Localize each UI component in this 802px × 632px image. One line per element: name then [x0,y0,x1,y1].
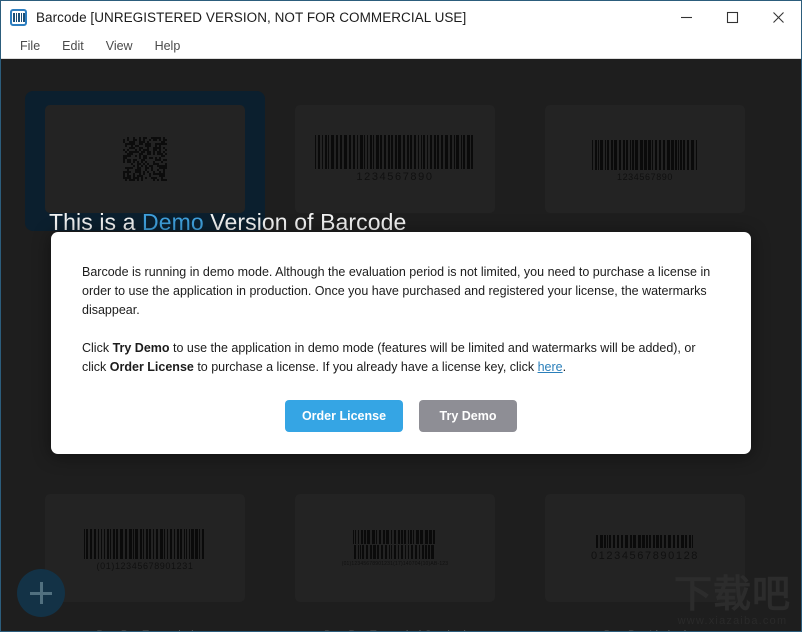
menu-bar: File Edit View Help [1,33,801,59]
watermark-text: 下载吧 [674,575,791,613]
barcode-value: 1234567890 [617,172,673,182]
barcode-thumbnail: (01)12345678901231(17)140704(10)AB-123 [295,494,495,602]
barcode-bars-icon [84,525,206,559]
window-controls [663,1,801,33]
add-barcode-button[interactable] [17,569,65,617]
window-title: Barcode [UNREGISTERED VERSION, NOT FOR C… [36,10,466,25]
try-demo-button[interactable]: Try Demo [419,400,517,432]
barcode-thumbnail: (01)12345678901231 [45,494,245,602]
dialog-p2-text-end: . [563,360,566,374]
dialog-paragraph-2: Click Try Demo to use the application in… [82,339,719,377]
license-key-link[interactable]: here [538,360,563,374]
demo-mode-dialog: Barcode is running in demo mode. Althoug… [51,232,751,454]
minimize-button[interactable] [663,1,709,33]
barcode-app-icon [10,9,27,26]
barcode-value: 1234567890 [356,171,433,183]
barcode-thumbnail [45,105,245,213]
site-watermark: 下载吧 www.xiazaiba.com [674,575,791,627]
barcode-bars-icon [315,135,475,169]
dialog-p2-bold-order-license: Order License [110,360,194,374]
barcode-thumbnail: 1234567890 [545,105,745,213]
title-bar: Barcode [UNREGISTERED VERSION, NOT FOR C… [1,1,801,33]
barcode-card-label: DataBar Expanded Stacked [324,630,466,631]
watermark-url: www.xiazaiba.com [674,615,791,627]
dialog-p2-text-d: to purchase a license. If you already ha… [194,360,538,374]
barcode-bars-icon [596,535,694,548]
dialog-p2-text-a: Click [82,341,113,355]
barcode-card-databar-expanded-stacked[interactable]: (01)12345678901231(17)140704(10)AB-123 D… [275,480,515,631]
barcode-bars-icon [353,530,437,559]
barcode-thumbnail: 1234567890 [295,105,495,213]
barcode-card-code-128[interactable]: 1234567890 Code-128 [525,91,765,253]
barcode-value: (01)12345678901231(17)140704(10)AB-123 [342,561,449,567]
menu-item-view[interactable]: View [95,36,144,56]
application-window: Barcode [UNREGISTERED VERSION, NOT FOR C… [0,0,802,632]
barcode-value: 01234567890128 [591,550,699,562]
barcode-card-label: DataBar Expanded [96,630,193,631]
menu-item-file[interactable]: File [9,36,51,56]
plus-icon [30,582,52,604]
barcode-card-label: DataBar Limited [604,630,686,631]
datamatrix-icon [123,137,167,181]
order-license-button[interactable]: Order License [285,400,403,432]
maximize-button[interactable] [709,1,755,33]
barcode-value: (01)12345678901231 [97,561,194,571]
main-content: 1234567890 1234567890 Code-128 [1,60,801,631]
dialog-p2-bold-try-demo: Try Demo [113,341,170,355]
dialog-paragraph-1: Barcode is running in demo mode. Althoug… [82,263,719,320]
menu-item-edit[interactable]: Edit [51,36,95,56]
barcode-bars-icon [592,136,699,170]
barcode-card-databar-expanded[interactable]: (01)12345678901231 DataBar Expanded [25,480,265,631]
dialog-actions: Order License Try Demo [51,400,751,432]
menu-item-help[interactable]: Help [144,36,192,56]
dialog-body: Barcode is running in demo mode. Althoug… [51,232,751,377]
close-button[interactable] [755,1,801,33]
